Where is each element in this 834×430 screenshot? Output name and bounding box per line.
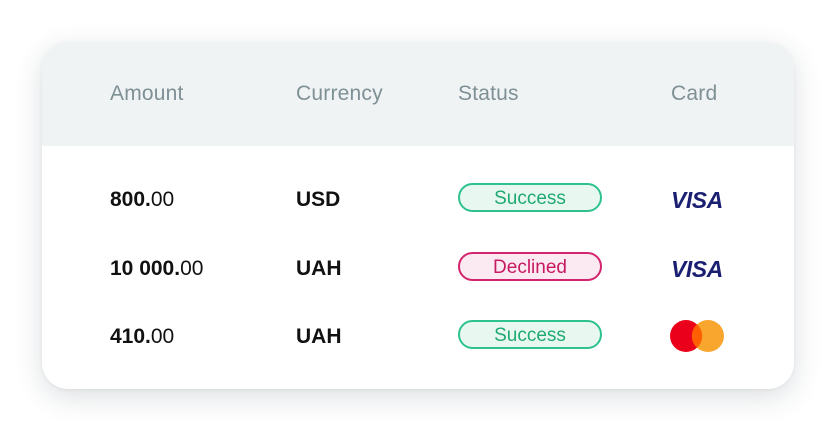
header-card: Card — [671, 82, 718, 105]
currency-cell: UAH — [296, 257, 342, 280]
card-cell — [670, 318, 730, 354]
table-header: Amount Currency Status Card — [42, 42, 794, 146]
header-status: Status — [458, 82, 519, 105]
card-cell: VISA — [670, 181, 730, 217]
amount-cell: 800.00 — [110, 187, 174, 213]
amount-integer: 410. — [110, 325, 151, 348]
header-amount: Amount — [110, 82, 184, 105]
amount-cell: 410.00 — [110, 324, 174, 350]
amount-decimals: 00 — [150, 188, 175, 211]
page: Amount Currency Status Card 800.00 USD S… — [0, 0, 834, 430]
visa-logo-icon: VISA — [671, 256, 723, 282]
table-row[interactable]: 410.00 UAH Success — [42, 306, 794, 366]
table-row[interactable]: 800.00 USD Success VISA — [42, 169, 794, 229]
amount-cell: 10 000.00 — [110, 256, 203, 282]
amount-integer: 10 000. — [110, 257, 181, 280]
table-row[interactable]: 10 000.00 UAH Declined VISA — [42, 238, 794, 298]
header-currency: Currency — [296, 82, 383, 105]
visa-logo-icon: VISA — [671, 187, 723, 213]
status-badge-declined: Declined — [458, 252, 602, 281]
currency-cell: UAH — [296, 325, 342, 348]
amount-decimals: 00 — [150, 325, 175, 348]
status-badge-success: Success — [458, 183, 602, 212]
transactions-table: Amount Currency Status Card 800.00 USD S… — [42, 42, 794, 389]
table-body: 800.00 USD Success VISA 10 000.00 UAH De… — [42, 146, 794, 389]
mastercard-logo-icon — [670, 320, 724, 352]
amount-decimals: 00 — [180, 257, 204, 280]
status-badge-success: Success — [458, 320, 602, 349]
amount-integer: 800. — [110, 188, 151, 211]
currency-cell: USD — [296, 188, 341, 211]
card-cell: VISA — [670, 250, 730, 286]
